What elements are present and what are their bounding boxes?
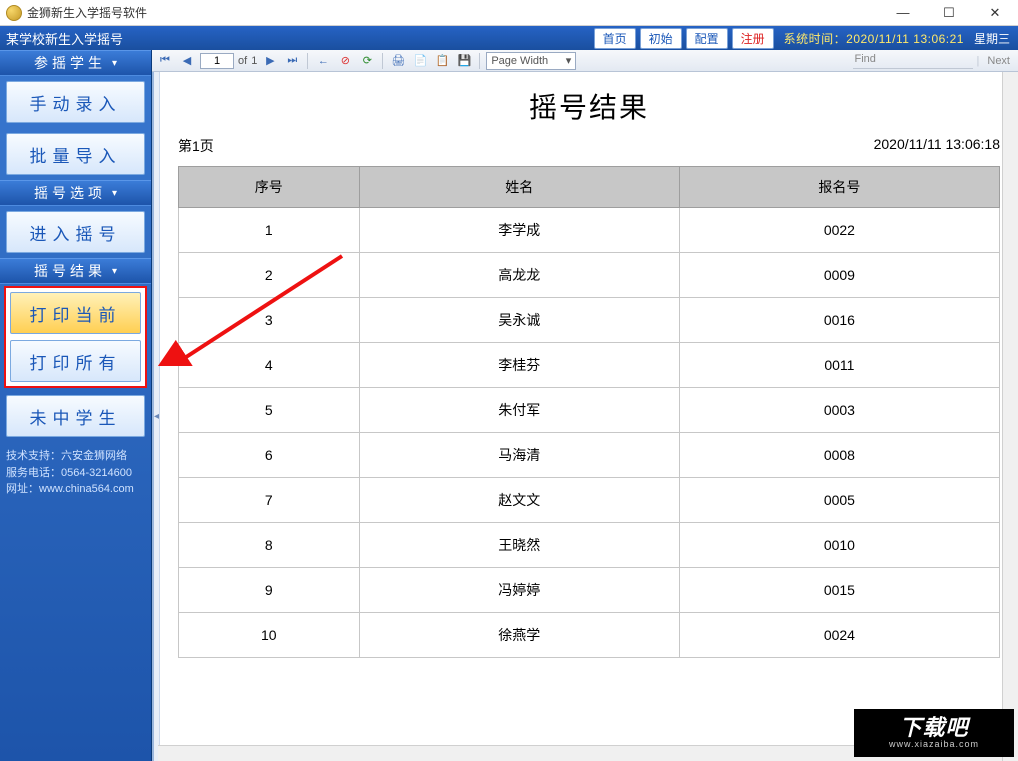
report-timestamp: 2020/11/11 13:06:18 xyxy=(874,136,1000,156)
table-row: 3吴永诚0016 xyxy=(179,298,1000,343)
chevron-down-icon: ▾ xyxy=(112,188,117,199)
col-regno: 报名号 xyxy=(679,167,999,208)
app-header: 某学校新生入学摇号 首页 初始 配置 注册 系统时间：2020/11/11 13… xyxy=(0,26,1018,50)
sidebar-group-options[interactable]: 摇号选项 ▾ xyxy=(0,180,151,206)
window-titlebar: 金狮新生入学摇号软件 — ☐ ✕ xyxy=(0,0,1018,26)
table-row: 2高龙龙0009 xyxy=(179,253,1000,298)
sidebar-group-results[interactable]: 摇号结果 ▾ xyxy=(0,258,151,284)
refresh-icon[interactable]: ⟳ xyxy=(358,52,376,70)
chevron-down-icon: ▾ xyxy=(112,58,117,69)
export-icon[interactable]: 💾 xyxy=(455,52,473,70)
home-button[interactable]: 首页 xyxy=(594,28,636,49)
page-total: 1 xyxy=(251,55,257,67)
bulk-import-button[interactable]: 批量导入 xyxy=(6,133,145,175)
report-title: 摇号结果 xyxy=(178,86,1000,126)
config-button[interactable]: 配置 xyxy=(686,28,728,49)
sidebar-group-students[interactable]: 参摇学生 ▾ xyxy=(0,50,151,76)
chevron-down-icon: ▾ xyxy=(566,54,572,67)
app-icon xyxy=(6,5,22,21)
table-row: 10徐燕学0024 xyxy=(179,613,1000,658)
app-subtitle: 某学校新生入学摇号 xyxy=(6,29,123,48)
content-area: ⏮ ◀ of 1 ▶ ⏭ ← ⊘ ⟳ 🖨 📄 📋 💾 Page Width ▾ … xyxy=(152,50,1018,761)
table-row: 4李桂芬0011 xyxy=(179,343,1000,388)
zoom-dropdown[interactable]: Page Width ▾ xyxy=(486,52,576,70)
prev-page-icon[interactable]: ◀ xyxy=(178,52,196,70)
minimize-button[interactable]: — xyxy=(880,0,926,26)
page-number-input[interactable] xyxy=(200,53,234,69)
page-label: 第1页 xyxy=(178,136,214,156)
system-time: 系统时间：2020/11/11 13:06:21 xyxy=(778,30,970,47)
table-row: 1李学成0022 xyxy=(179,208,1000,253)
manual-entry-button[interactable]: 手动录入 xyxy=(6,81,145,123)
weekday-label: 星期三 xyxy=(974,30,1010,47)
next-page-icon[interactable]: ▶ xyxy=(261,52,279,70)
support-info: 技术支持：六安金狮网络 服务电话：0564-3214600 网址：www.chi… xyxy=(0,442,151,504)
chevron-down-icon: ▾ xyxy=(112,266,117,277)
table-row: 8王晓然0010 xyxy=(179,523,1000,568)
window-controls: — ☐ ✕ xyxy=(880,0,1018,26)
col-seq: 序号 xyxy=(179,167,360,208)
report-toolbar: ⏮ ◀ of 1 ▶ ⏭ ← ⊘ ⟳ 🖨 📄 📋 💾 Page Width ▾ … xyxy=(152,50,1018,72)
register-button[interactable]: 注册 xyxy=(732,28,774,49)
page-setup-icon[interactable]: 📋 xyxy=(433,52,451,70)
header-buttons: 首页 初始 配置 注册 系统时间：2020/11/11 13:06:21 星期三 xyxy=(594,28,1018,49)
print-buttons-highlight: 打印当前 打印所有 xyxy=(4,286,147,388)
print-current-button[interactable]: 打印当前 xyxy=(10,292,141,334)
enter-lottery-button[interactable]: 进入摇号 xyxy=(6,211,145,253)
table-row: 5朱付军0003 xyxy=(179,388,1000,433)
results-table: 序号 姓名 报名号 1李学成00222高龙龙00093吴永诚00164李桂芬00… xyxy=(178,166,1000,658)
table-row: 6马海清0008 xyxy=(179,433,1000,478)
watermark-logo: 下载吧 www.xiazaiba.com xyxy=(854,709,1014,757)
print-all-button[interactable]: 打印所有 xyxy=(10,340,141,382)
window-title: 金狮新生入学摇号软件 xyxy=(27,4,147,21)
find-next-button[interactable]: Next xyxy=(983,55,1014,67)
back-icon[interactable]: ← xyxy=(314,52,332,70)
unselected-students-button[interactable]: 未中学生 xyxy=(6,395,145,437)
report-page: 摇号结果 第1页 2020/11/11 13:06:18 序号 姓名 报名号 1… xyxy=(160,72,1018,761)
sidebar: 参摇学生 ▾ 手动录入 批量导入 摇号选项 ▾ 进入摇号 摇号结果 ▾ 打印当前… xyxy=(0,50,152,761)
table-row: 7赵文文0005 xyxy=(179,478,1000,523)
maximize-button[interactable]: ☐ xyxy=(926,0,972,26)
col-name: 姓名 xyxy=(359,167,679,208)
last-page-icon[interactable]: ⏭ xyxy=(283,52,301,70)
stop-icon[interactable]: ⊘ xyxy=(336,52,354,70)
page-of-label: of xyxy=(238,55,247,67)
print-layout-icon[interactable]: 📄 xyxy=(411,52,429,70)
find-input[interactable]: Find xyxy=(853,53,973,69)
close-button[interactable]: ✕ xyxy=(972,0,1018,26)
first-page-icon[interactable]: ⏮ xyxy=(156,52,174,70)
vertical-scrollbar[interactable] xyxy=(1002,72,1018,761)
table-row: 9冯婷婷0015 xyxy=(179,568,1000,613)
print-icon[interactable]: 🖨 xyxy=(389,52,407,70)
init-button[interactable]: 初始 xyxy=(640,28,682,49)
